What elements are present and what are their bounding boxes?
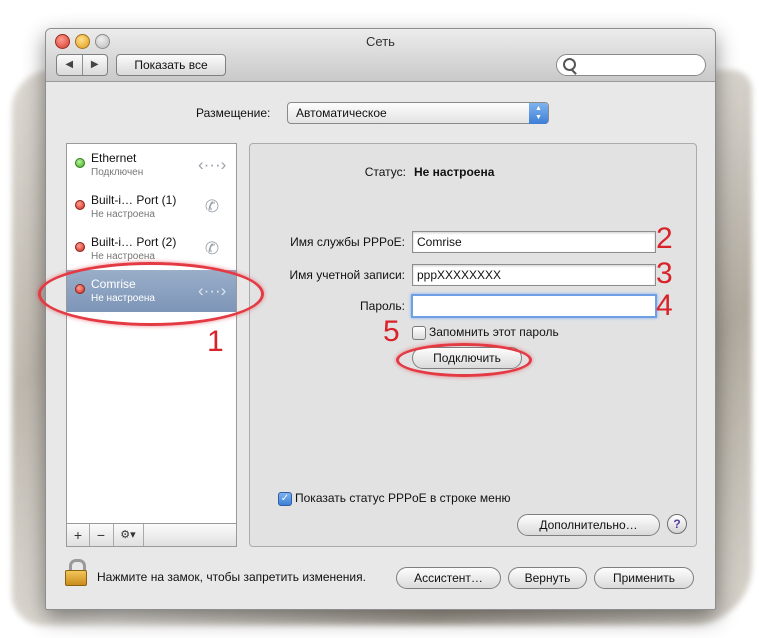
assistant-button[interactable]: Ассистент… xyxy=(396,567,501,589)
account-name-value: pppXXXXXXXX xyxy=(417,268,502,282)
show-pppoe-status-checkbox[interactable]: ✓ xyxy=(278,492,292,506)
password-field[interactable] xyxy=(411,294,657,318)
location-select[interactable]: Автоматическое ▲ ▼ xyxy=(287,102,549,124)
service-status: Подключен xyxy=(91,167,144,178)
updown-arrows-icon: ▲ ▼ xyxy=(529,103,548,124)
status-value: Не настроена xyxy=(414,165,495,179)
annotation-number-3: 3 xyxy=(656,257,673,290)
lock-hint-text: Нажмите на замок, чтобы запретить измене… xyxy=(97,570,366,584)
service-name-value: Comrise xyxy=(417,235,462,249)
service-status: Не настроена xyxy=(91,251,155,262)
title-bar: Сеть ◀ ▶ Показать все xyxy=(46,29,715,82)
ethernet-arrows-icon: ‹···› xyxy=(198,155,227,174)
annotation-number-2: 2 xyxy=(656,222,673,255)
location-label: Размещение: xyxy=(196,106,271,120)
revert-button[interactable]: Вернуть xyxy=(508,567,587,589)
add-service-button[interactable]: + xyxy=(67,524,90,546)
search-field[interactable] xyxy=(556,54,706,76)
remember-password-checkbox[interactable] xyxy=(412,326,426,340)
service-name: Built-i… Port (1) xyxy=(91,193,177,207)
apply-button[interactable]: Применить xyxy=(594,567,694,589)
location-value: Автоматическое xyxy=(296,106,387,120)
status-dot-red-icon xyxy=(75,200,85,210)
status-dot-red-icon xyxy=(75,242,85,252)
annotation-number-4: 4 xyxy=(656,289,673,322)
service-item-builtin-port-1[interactable]: Built-i… Port (1) Не настроена ✆ xyxy=(67,186,236,228)
back-arrow-icon[interactable]: ◀ xyxy=(57,55,83,75)
service-name-label: Имя службы PPPoE: xyxy=(290,235,405,249)
account-name-label: Имя учетной записи: xyxy=(289,268,405,282)
show-all-button[interactable]: Показать все xyxy=(116,54,226,76)
status-label: Статус: xyxy=(364,165,406,179)
search-icon xyxy=(563,58,576,71)
service-status: Не настроена xyxy=(91,209,155,220)
service-item-ethernet[interactable]: Ethernet Подключен ‹···› xyxy=(67,144,236,186)
phone-icon: ✆ xyxy=(204,197,220,216)
annotation-number-5: 5 xyxy=(383,315,400,348)
service-name: Built-i… Port (2) xyxy=(91,235,177,249)
status-dot-green-icon xyxy=(75,158,85,168)
back-forward-control: ◀ ▶ xyxy=(56,54,108,76)
highlight-ring-connect xyxy=(396,343,532,377)
phone-icon: ✆ xyxy=(204,239,220,258)
service-list-toolbar: + − ⚙▾ xyxy=(66,523,237,547)
remember-password-label: Запомнить этот пароль xyxy=(429,325,559,339)
password-label: Пароль: xyxy=(360,299,405,313)
show-pppoe-status-label: Показать статус PPPoE в строке меню xyxy=(295,491,511,505)
gear-icon[interactable]: ⚙▾ xyxy=(113,524,144,546)
window-title: Сеть xyxy=(366,34,395,49)
help-icon[interactable]: ? xyxy=(667,514,687,534)
highlight-ring-service xyxy=(38,262,264,326)
service-name-field[interactable]: Comrise xyxy=(412,231,656,253)
advanced-button[interactable]: Дополнительно… xyxy=(517,514,660,536)
service-name: Ethernet xyxy=(91,151,137,165)
account-name-field[interactable]: pppXXXXXXXX xyxy=(412,264,656,286)
annotation-number-1: 1 xyxy=(207,325,224,358)
lock-icon[interactable] xyxy=(65,559,87,586)
remove-service-button[interactable]: − xyxy=(89,524,114,546)
forward-arrow-icon[interactable]: ▶ xyxy=(83,55,108,75)
